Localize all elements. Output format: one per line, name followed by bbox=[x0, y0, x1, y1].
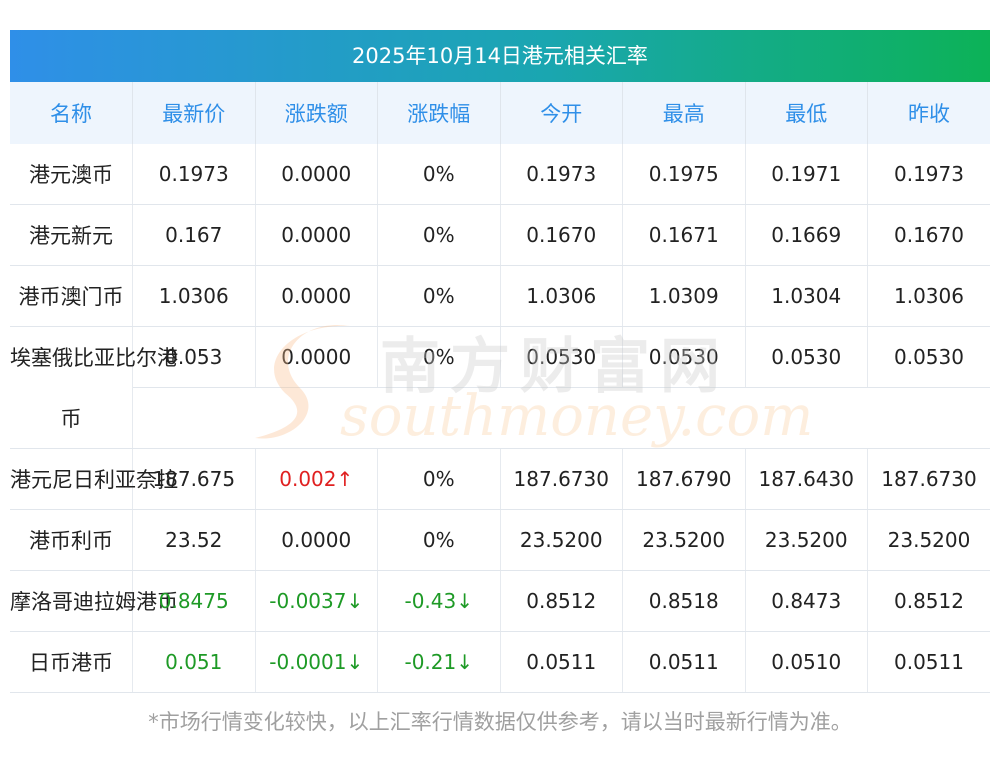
low-price: 0.8473 bbox=[745, 570, 868, 632]
low-price: 0.0530 bbox=[745, 326, 868, 388]
latest-price: 1.0306 bbox=[132, 265, 256, 327]
change-amount: 0.0000 bbox=[255, 265, 378, 327]
currency-name: 摩洛哥迪拉姆港币 bbox=[10, 570, 178, 632]
currency-name: 港元尼日利亚奈拉 bbox=[10, 448, 178, 510]
exchange-rate-table: 名称 最新价 涨跌额 涨跌幅 今开 最高 最低 昨收 港元澳币 0.1973 0… bbox=[10, 82, 990, 693]
currency-name: 埃塞俄比亚比尔港 bbox=[10, 326, 178, 388]
table-row: 日币港币 0.051 -0.0001↓ -0.21↓ 0.0511 0.0511… bbox=[10, 631, 990, 693]
header-latest: 最新价 bbox=[132, 82, 256, 144]
change-amount: 0.0000 bbox=[255, 326, 378, 388]
currency-name: 港币澳门币 bbox=[10, 265, 133, 327]
header-open: 今开 bbox=[500, 82, 623, 144]
low-price: 0.1669 bbox=[745, 204, 868, 266]
open-price: 0.0511 bbox=[500, 631, 623, 693]
table-row: 摩洛哥迪拉姆港币 0.8475 -0.0037↓ -0.43↓ 0.8512 0… bbox=[10, 570, 990, 632]
open-price: 1.0306 bbox=[500, 265, 623, 327]
change-amount: -0.0001↓ bbox=[255, 631, 378, 693]
prev-close: 23.5200 bbox=[867, 509, 990, 571]
currency-name: 日币港币 bbox=[10, 631, 133, 693]
table-row: 港币澳门币 1.0306 0.0000 0% 1.0306 1.0309 1.0… bbox=[10, 265, 990, 327]
open-price: 23.5200 bbox=[500, 509, 623, 571]
low-price: 187.6430 bbox=[745, 448, 868, 510]
header-name: 名称 bbox=[10, 82, 133, 144]
latest-price: 23.52 bbox=[132, 509, 256, 571]
low-price: 0.1971 bbox=[745, 144, 868, 205]
change-pct: 0% bbox=[377, 204, 501, 266]
high-price: 0.1671 bbox=[622, 204, 746, 266]
change-pct: -0.43↓ bbox=[377, 570, 501, 632]
high-price: 0.0530 bbox=[622, 326, 746, 388]
high-price: 0.0511 bbox=[622, 631, 746, 693]
header-prev-close: 昨收 bbox=[867, 82, 990, 144]
open-price: 187.6730 bbox=[500, 448, 623, 510]
open-price: 0.0530 bbox=[500, 326, 623, 388]
change-pct: 0% bbox=[377, 326, 501, 388]
low-price: 0.0510 bbox=[745, 631, 868, 693]
change-pct: 0% bbox=[377, 265, 501, 327]
high-price: 0.8518 bbox=[622, 570, 746, 632]
prev-close: 0.0511 bbox=[867, 631, 990, 693]
table-row: 港元澳币 0.1973 0.0000 0% 0.1973 0.1975 0.19… bbox=[10, 144, 990, 205]
change-pct: 0% bbox=[377, 509, 501, 571]
change-pct: 0% bbox=[377, 448, 501, 510]
latest-price: 0.167 bbox=[132, 204, 256, 266]
high-price: 23.5200 bbox=[622, 509, 746, 571]
currency-name: 港币利币 bbox=[10, 509, 133, 571]
open-price: 0.8512 bbox=[500, 570, 623, 632]
high-price: 187.6790 bbox=[622, 448, 746, 510]
page-title: 2025年10月14日港元相关汇率 bbox=[10, 30, 990, 82]
latest-price: 0.051 bbox=[132, 631, 256, 693]
prev-close: 0.0530 bbox=[867, 326, 990, 388]
table-row: 港元尼日利亚奈拉 187.675 0.002↑ 0% 187.6730 187.… bbox=[10, 448, 990, 510]
prev-close: 0.8512 bbox=[867, 570, 990, 632]
table-row: 港元新元 0.167 0.0000 0% 0.1670 0.1671 0.166… bbox=[10, 204, 990, 266]
currency-name: 港元澳币 bbox=[10, 144, 133, 205]
header-change-pct: 涨跌幅 bbox=[377, 82, 501, 144]
empty-cell bbox=[132, 387, 990, 449]
footer-note: *市场行情变化较快，以上汇率行情数据仅供参考，请以当时最新行情为准。 bbox=[148, 710, 852, 734]
change-pct: -0.21↓ bbox=[377, 631, 501, 693]
change-amount: 0.0000 bbox=[255, 204, 378, 266]
header-high: 最高 bbox=[622, 82, 746, 144]
change-amount: 0.0000 bbox=[255, 509, 378, 571]
currency-name-wrap: 币 bbox=[10, 387, 133, 449]
prev-close: 1.0306 bbox=[867, 265, 990, 327]
change-pct: 0% bbox=[377, 144, 501, 205]
change-amount: 0.0000 bbox=[255, 144, 378, 205]
table-row: 埃塞俄比亚比尔港 0.053 0.0000 0% 0.0530 0.0530 0… bbox=[10, 326, 990, 388]
prev-close: 0.1670 bbox=[867, 204, 990, 266]
change-amount: 0.002↑ bbox=[255, 448, 378, 510]
header-low: 最低 bbox=[745, 82, 868, 144]
open-price: 0.1973 bbox=[500, 144, 623, 205]
change-amount: -0.0037↓ bbox=[255, 570, 378, 632]
header-change: 涨跌额 bbox=[255, 82, 378, 144]
prev-close: 0.1973 bbox=[867, 144, 990, 205]
currency-name: 港元新元 bbox=[10, 204, 133, 266]
low-price: 1.0304 bbox=[745, 265, 868, 327]
low-price: 23.5200 bbox=[745, 509, 868, 571]
high-price: 1.0309 bbox=[622, 265, 746, 327]
prev-close: 187.6730 bbox=[867, 448, 990, 510]
table-row-continuation: 币 bbox=[10, 387, 990, 449]
high-price: 0.1975 bbox=[622, 144, 746, 205]
table-row: 港币利币 23.52 0.0000 0% 23.5200 23.5200 23.… bbox=[10, 509, 990, 571]
table-header-row: 名称 最新价 涨跌额 涨跌幅 今开 最高 最低 昨收 bbox=[10, 82, 990, 144]
open-price: 0.1670 bbox=[500, 204, 623, 266]
latest-price: 0.1973 bbox=[132, 144, 256, 205]
